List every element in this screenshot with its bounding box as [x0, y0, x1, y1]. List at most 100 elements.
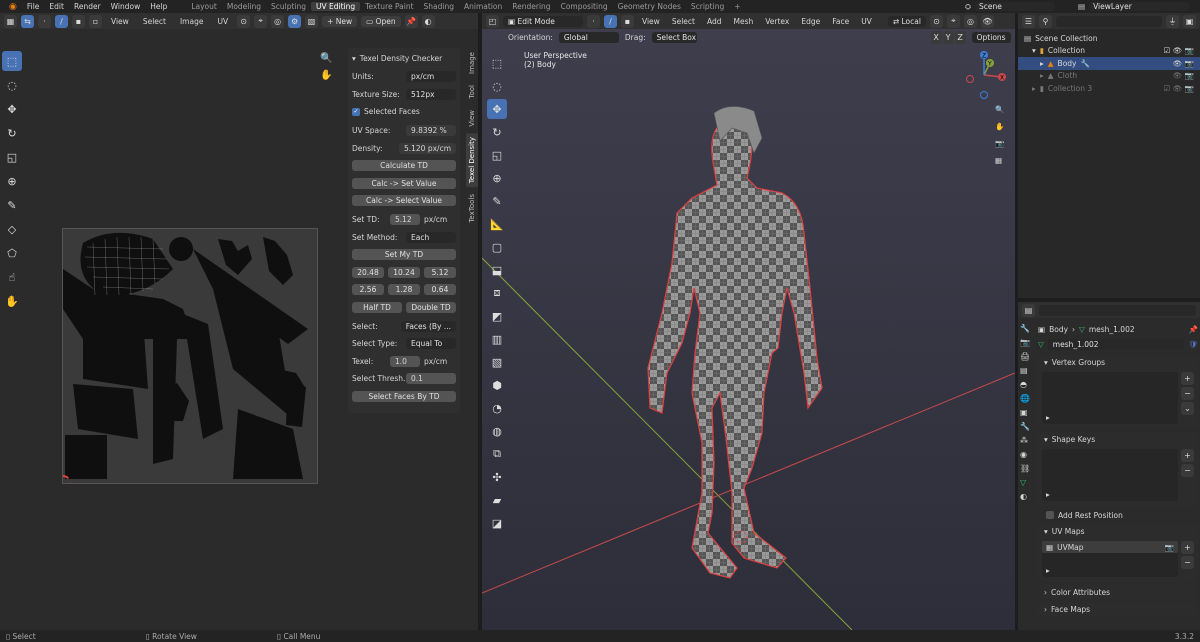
add-vertex-group-icon[interactable]: + [1181, 372, 1194, 385]
axis-x-toggle[interactable]: X [930, 30, 942, 44]
sticky-selection-icon[interactable]: ⚙ [288, 14, 302, 28]
zoom-icon[interactable]: 🔍 [320, 53, 332, 64]
particles-tab-icon[interactable]: ⁂ [1020, 436, 1030, 445]
filter-icon[interactable]: ⚲ [1039, 14, 1052, 28]
active-render-camera-icon[interactable]: 📷 [1165, 543, 1174, 552]
properties-search-input[interactable] [1039, 304, 1196, 316]
world-tab-icon[interactable]: 🌐 [1020, 394, 1030, 403]
texel-input[interactable]: 1.0 [390, 355, 420, 367]
vp-menu-mesh[interactable]: Mesh [729, 17, 757, 26]
vp-menu-uv[interactable]: UV [857, 17, 876, 26]
tab-modeling[interactable]: Modeling [222, 2, 266, 11]
vp-measure-tool-icon[interactable]: 📐 [487, 214, 507, 234]
properties-type-icon[interactable]: ▤ [1022, 303, 1035, 317]
select-type-dropdown[interactable]: Equal To [406, 338, 456, 349]
preset-0-64-button[interactable]: 0.64 [424, 284, 456, 295]
vp-menu-edge[interactable]: Edge [797, 17, 824, 26]
annotate-tool-icon[interactable]: ✎ [2, 195, 22, 215]
camera-icon[interactable]: 📷 [995, 139, 1004, 148]
menu-file[interactable]: File [22, 2, 45, 11]
list-expand-icon[interactable]: ▸ [1046, 490, 1050, 499]
set-my-td-button[interactable]: Set My TD [352, 249, 456, 260]
mode-dropdown[interactable]: ▣ Edit Mode [503, 15, 583, 27]
view-layer-tab-icon[interactable]: ▤ [1020, 366, 1030, 375]
transform-tool-icon[interactable]: ⊕ [2, 171, 22, 191]
shape-keys-header[interactable]: ▾ Shape Keys [1038, 432, 1198, 446]
body-visibility-icon[interactable]: 👁 📷 [1173, 59, 1200, 68]
preset-10-24-button[interactable]: 10.24 [388, 266, 420, 278]
vp-shrink-tool-icon[interactable]: ✣ [487, 467, 507, 487]
mesh-name-field[interactable]: mesh_1.002 [1047, 338, 1185, 350]
transform-orientation-dropdown[interactable]: ⇄ Local [887, 15, 926, 27]
tab-view[interactable]: View [466, 105, 478, 131]
vp-knife-tool-icon[interactable]: ▧ [487, 352, 507, 372]
calc-select-value-button[interactable]: Calc -> Select Value [352, 195, 456, 206]
vp-shear-tool-icon[interactable]: ▰ [487, 490, 507, 510]
texel-panel-header[interactable]: ▾ Texel Density Checker [352, 52, 456, 65]
preset-2-56-button[interactable]: 2.56 [352, 284, 384, 295]
tab-rendering[interactable]: Rendering [507, 2, 555, 11]
cloth-visibility-icon[interactable]: 👁 📷 [1173, 71, 1200, 80]
edge-mode-icon[interactable]: / [604, 14, 617, 28]
add-uv-map-icon[interactable]: + [1181, 541, 1194, 554]
cursor-tool-icon[interactable]: ◌ [2, 75, 22, 95]
pin-icon[interactable]: 📌 [1189, 325, 1198, 334]
preset-1-28-button[interactable]: 1.28 [388, 284, 420, 295]
outliner-row-collection-3[interactable]: ▸ ▮ Collection 3 ☑ 👁 📷 [1018, 82, 1200, 95]
texture-size-dropdown[interactable]: 512px [406, 88, 456, 100]
vp-zoom-icon[interactable]: 🔍 [995, 105, 1004, 114]
set-method-dropdown[interactable]: Each [406, 231, 456, 243]
new-image-button[interactable]: + New [322, 15, 358, 27]
list-expand-icon[interactable]: ▸ [1046, 413, 1050, 422]
snap-icon[interactable]: ⌖ [254, 14, 268, 28]
face-select-icon[interactable]: ▪ [72, 14, 85, 28]
add-rest-position-checkbox[interactable] [1046, 511, 1054, 519]
select-box-tool-icon[interactable]: ⬚ [2, 51, 22, 71]
vp-annotate-tool-icon[interactable]: ✎ [487, 191, 507, 211]
vp-spin-tool-icon[interactable]: ◔ [487, 398, 507, 418]
viewlayer-name[interactable]: ViewLayer [1089, 2, 1190, 11]
scene-tab-icon[interactable]: ◓ [1020, 380, 1030, 389]
grab-tool-icon[interactable]: ⬠ [2, 243, 22, 263]
vp-scale-tool-icon[interactable]: ◱ [487, 145, 507, 165]
vp-menu-vertex[interactable]: Vertex [761, 17, 793, 26]
collection3-visibility-icon[interactable]: ☑ 👁 📷 [1164, 84, 1200, 93]
uv-menu-select[interactable]: Select [138, 17, 171, 26]
tab-uv-editing[interactable]: UV Editing [311, 2, 361, 11]
navigation-gizmo[interactable]: X Y Z [962, 51, 1012, 101]
options-dropdown[interactable]: Options [971, 31, 1011, 43]
blender-logo-icon[interactable]: ◉ [4, 2, 22, 12]
tab-textools[interactable]: TexTools [466, 190, 478, 228]
add-shape-key-icon[interactable]: + [1181, 449, 1194, 462]
vp-rotate-tool-icon[interactable]: ↻ [487, 122, 507, 142]
preset-5-12-button[interactable]: 5.12 [424, 266, 456, 278]
funnel-icon[interactable]: ⏚ [1166, 14, 1179, 28]
vp-bevel-tool-icon[interactable]: ◩ [487, 306, 507, 326]
collection-visibility-icon[interactable]: ☑ 👁 📷 [1164, 46, 1200, 55]
mesh-data-icon[interactable]: ▽ [1038, 340, 1044, 349]
sync-selection-icon[interactable]: ⇆ [21, 14, 34, 28]
display-channels-icon[interactable]: ◐ [421, 14, 435, 28]
fake-user-icon[interactable]: 🛡 [1188, 340, 1198, 349]
render-tab-icon[interactable]: 📷 [1020, 338, 1030, 347]
vp-extrude-tool-icon[interactable]: ⬓ [487, 260, 507, 280]
tab-tool[interactable]: Tool [466, 80, 478, 103]
outliner-search-input[interactable] [1056, 15, 1162, 27]
open-image-button[interactable]: ▭ Open [361, 15, 401, 27]
vp-smooth-tool-icon[interactable]: ◍ [487, 421, 507, 441]
scene-selector[interactable]: ⛭ Scene [965, 0, 1055, 13]
face-mode-icon[interactable]: ▪ [621, 14, 634, 28]
vertex-groups-header[interactable]: ▾ Vertex Groups [1038, 355, 1198, 369]
preset-20-48-button[interactable]: 20.48 [352, 266, 384, 278]
pinch-tool-icon[interactable]: ✋ [2, 291, 22, 311]
tab-shading[interactable]: Shading [419, 2, 459, 11]
uvmap-item[interactable]: ▦ UVMap 📷 [1042, 541, 1178, 553]
material-tab-icon[interactable]: ◐ [1020, 492, 1030, 501]
rip-tool-icon[interactable]: ◇ [2, 219, 22, 239]
color-attributes-header[interactable]: › Color Attributes [1038, 585, 1198, 599]
3d-editor-type-icon[interactable]: ◰ [486, 14, 499, 28]
half-td-button[interactable]: Half TD [352, 301, 402, 313]
tab-scripting[interactable]: Scripting [686, 2, 729, 11]
shape-keys-list[interactable]: ▸ [1042, 449, 1178, 501]
remove-uv-map-icon[interactable]: − [1181, 556, 1194, 569]
